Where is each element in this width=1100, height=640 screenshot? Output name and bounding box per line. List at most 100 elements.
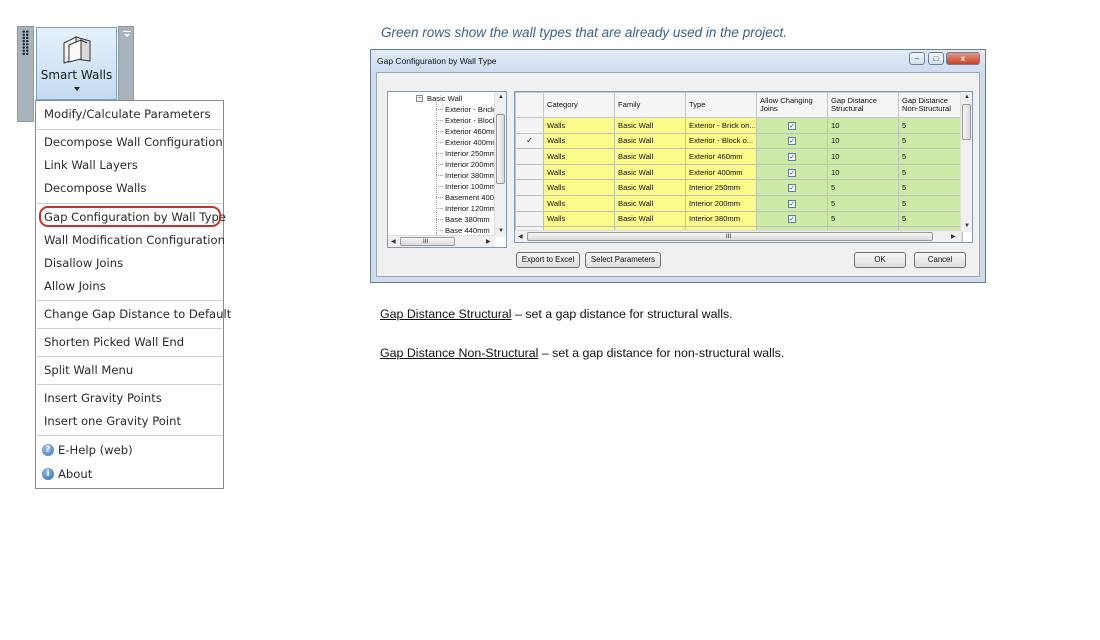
cell-allow-changing-joins[interactable]: ✓ [756, 179, 828, 196]
menu-item-wall-modification-configuration[interactable]: Wall Modification Configuration [36, 229, 225, 252]
menu-item-change-gap-distance-to-default[interactable]: Change Gap Distance to Default [36, 303, 231, 326]
description-gap-structural: Gap Distance Structural – set a gap dist… [380, 307, 733, 321]
column-header-gap-distance-non-structural[interactable]: Gap Distance Non-Structural [898, 92, 963, 118]
column-header-type[interactable]: Type [685, 92, 757, 118]
cell-gap-non-structural[interactable]: 5 [898, 163, 963, 181]
menu-item-e-help[interactable]: ? E-Help (web) [36, 439, 223, 462]
select-parameters-button[interactable]: Select Parameters [585, 252, 661, 268]
scroll-up-icon[interactable]: ▲ [964, 94, 970, 100]
scroll-up-icon[interactable]: ▲ [498, 94, 504, 100]
row-header[interactable] [515, 163, 544, 181]
scroll-right-icon[interactable]: ▶ [486, 239, 491, 245]
export-to-excel-button[interactable]: Export to Excel [516, 252, 580, 268]
checkbox[interactable]: ✓ [788, 121, 796, 130]
checkbox[interactable]: ✓ [788, 215, 796, 224]
menu-item-split-wall-menu[interactable]: Split Wall Menu [36, 359, 223, 382]
scroll-left-icon[interactable]: ◀ [391, 239, 396, 245]
cell-allow-changing-joins[interactable]: ✓ [756, 163, 828, 181]
row-header[interactable] [515, 179, 544, 196]
row-header[interactable]: ✓ [515, 132, 544, 150]
menu-item-modify-calculate-parameters[interactable]: Modify/Calculate Parameters [36, 103, 223, 126]
checkbox[interactable]: ✓ [788, 199, 796, 208]
ribbon-panel-grip[interactable] [17, 26, 34, 122]
cell-gap-non-structural[interactable]: 5 [898, 210, 963, 228]
table-row[interactable]: Walls Basic Wall Interior 380mm ✓ 5 5 [515, 210, 963, 228]
menu-item-shorten-picked-wall-end[interactable]: Shorten Picked Wall End [36, 331, 223, 354]
checkbox[interactable]: ✓ [788, 137, 796, 146]
column-header-gap-distance-structural[interactable]: Gap Distance Structural [827, 92, 899, 118]
cell-allow-changing-joins[interactable]: ✓ [756, 210, 828, 228]
cell-gap-structural[interactable]: 10 [827, 117, 899, 134]
column-header-family[interactable]: Family [614, 92, 686, 118]
tree-horizontal-scrollbar[interactable]: ◀ III ▶ [388, 235, 495, 247]
maximize-button[interactable]: □ [928, 52, 944, 65]
menu-item-about[interactable]: i About [36, 463, 223, 486]
scroll-thumb[interactable]: III [400, 237, 455, 246]
table-row[interactable]: Walls Basic Wall Interior 200mm ✓ 5 5 [515, 194, 963, 212]
cell-category: Walls [543, 163, 615, 181]
scroll-right-icon[interactable]: ▶ [951, 234, 956, 240]
checkbox[interactable]: ✓ [788, 184, 796, 193]
menu-item-disallow-joins[interactable]: Disallow Joins [36, 252, 223, 275]
menu-item-label: Disallow Joins [44, 256, 124, 270]
row-header[interactable] [515, 194, 544, 212]
smart-walls-button[interactable]: Smart Walls [36, 27, 117, 100]
cancel-button[interactable]: Cancel [914, 252, 966, 268]
menu-item-allow-joins[interactable]: Allow Joins [36, 275, 223, 298]
cell-gap-structural[interactable]: 10 [827, 148, 899, 165]
table-row[interactable]: Walls Basic Wall Exterior 400mm ✓ 10 5 [515, 163, 963, 181]
table-row[interactable]: Walls Basic Wall Exterior 460mm ✓ 10 5 [515, 148, 963, 165]
cell-gap-non-structural[interactable]: 5 [898, 132, 963, 150]
row-header[interactable] [515, 210, 544, 228]
cell-gap-non-structural[interactable]: 5 [898, 117, 963, 134]
dialog-titlebar[interactable]: Gap Configuration by Wall Type – □ x [371, 50, 985, 72]
scroll-thumb[interactable]: III [527, 232, 933, 241]
minimize-button[interactable]: – [909, 52, 925, 65]
checkbox[interactable]: ✓ [788, 152, 796, 161]
menu-item-decompose-wall-configuration[interactable]: Decompose Wall Configuration [36, 131, 223, 154]
table-row[interactable]: Walls Basic Wall Exterior - Brick on... … [515, 117, 963, 134]
cell-gap-non-structural[interactable]: 5 [898, 179, 963, 196]
menu-item-insert-gravity-points[interactable]: Insert Gravity Points [36, 387, 223, 410]
table-row[interactable]: Walls Basic Wall Interior 250mm ✓ 5 5 [515, 179, 963, 196]
column-header-category[interactable]: Category [543, 92, 615, 118]
grid-vertical-scrollbar[interactable]: ▲ ▼ [960, 92, 972, 232]
column-header-allow-changing-joins[interactable]: Allow Changing Joins [756, 92, 828, 118]
wall-type-tree[interactable]: − Basic Wall Exterior - Brick Exterior -… [387, 91, 507, 248]
scroll-down-icon[interactable]: ▼ [964, 223, 970, 229]
scroll-left-icon[interactable]: ◀ [518, 234, 523, 240]
cell-gap-structural[interactable]: 5 [827, 194, 899, 212]
menu-item-insert-one-gravity-point[interactable]: Insert one Gravity Point [36, 410, 223, 433]
cell-gap-structural[interactable]: 5 [827, 179, 899, 196]
cell-allow-changing-joins[interactable]: ✓ [756, 117, 828, 134]
menu-item-label: About [58, 467, 93, 481]
cell-allow-changing-joins[interactable]: ✓ [756, 194, 828, 212]
cell-allow-changing-joins[interactable]: ✓ [756, 148, 828, 165]
tree-vertical-scrollbar[interactable]: ▲ ▼ [494, 92, 506, 237]
scroll-thumb[interactable] [496, 114, 505, 184]
cell-gap-non-structural[interactable]: 5 [898, 194, 963, 212]
cell-gap-structural[interactable]: 10 [827, 132, 899, 150]
cell-allow-changing-joins[interactable]: ✓ [756, 132, 828, 150]
cell-type: Exterior - Block o... [685, 132, 757, 150]
cell-gap-structural[interactable]: 5 [827, 210, 899, 228]
row-header[interactable] [515, 148, 544, 165]
collapse-icon[interactable]: − [416, 95, 423, 102]
cell-gap-structural[interactable]: 10 [827, 163, 899, 181]
panel-expand-icon [123, 31, 131, 37]
table-row[interactable]: ✓ Walls Basic Wall Exterior - Block o...… [515, 132, 963, 150]
grid-horizontal-scrollbar[interactable]: ◀ III ▶ [515, 230, 961, 242]
close-button[interactable]: x [946, 52, 980, 65]
menu-item-link-wall-layers[interactable]: Link Wall Layers [36, 154, 223, 177]
ok-button[interactable]: OK [854, 252, 906, 268]
scroll-thumb[interactable] [962, 104, 971, 140]
cell-family: Basic Wall [614, 163, 686, 181]
cell-gap-non-structural[interactable]: 5 [898, 148, 963, 165]
scroll-down-icon[interactable]: ▼ [498, 228, 504, 234]
menu-item-gap-configuration-by-wall-type[interactable]: Gap Configuration by Wall Type [36, 206, 226, 229]
gap-configuration-grid[interactable]: Category Family Type Allow Changing Join… [514, 91, 973, 243]
row-header[interactable] [515, 117, 544, 134]
menu-item-decompose-walls[interactable]: Decompose Walls [36, 177, 223, 200]
checkbox[interactable]: ✓ [788, 168, 796, 177]
cell-category: Walls [543, 117, 615, 134]
